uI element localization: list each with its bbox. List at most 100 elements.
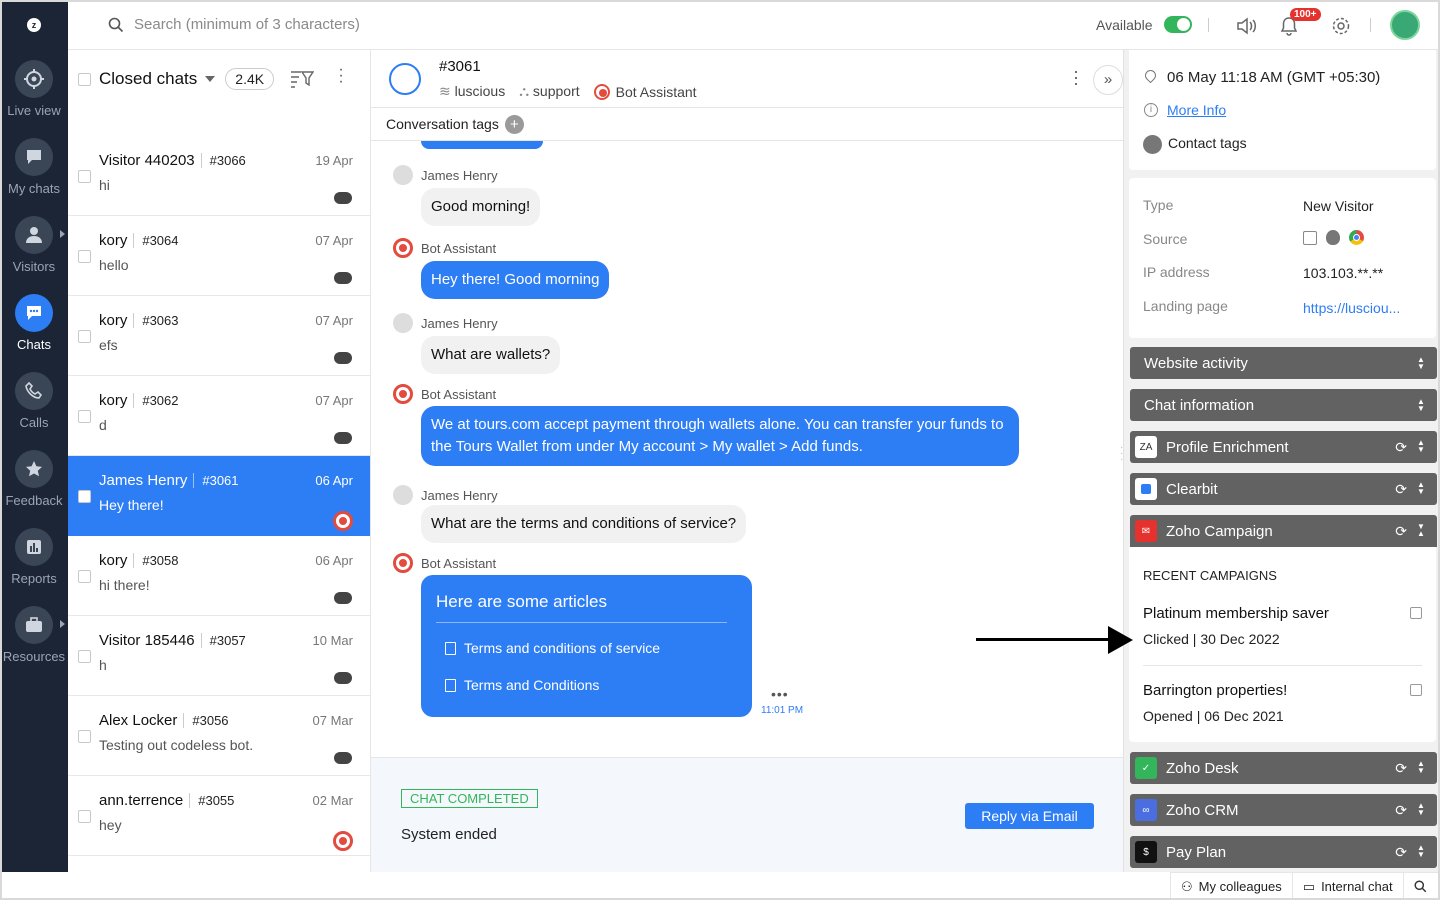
nav-item-feedback[interactable]: Feedback xyxy=(0,450,68,508)
row-checkbox[interactable] xyxy=(78,410,91,423)
landing-page-link[interactable]: https://lusciou... xyxy=(1303,300,1400,316)
user-avatar[interactable] xyxy=(1390,10,1420,40)
section-zoho-campaign[interactable]: ✉ Zoho Campaign ⟳ ▼ ▲ xyxy=(1130,515,1437,547)
section-zoho-crm[interactable]: ∞ Zoho CRM ⟳ ▲ ▼ xyxy=(1130,794,1437,826)
message-time: 11:01 PM xyxy=(761,705,804,716)
divider xyxy=(436,622,727,623)
message-bubble-bot: Hey there! Good morning xyxy=(421,261,610,299)
chat-list-item[interactable]: ann.terrence #3055 02 Mar hey xyxy=(68,776,370,856)
refresh-icon[interactable]: ⟳ xyxy=(1395,481,1407,498)
section-zoho-desk[interactable]: ✓ Zoho Desk ⟳ ▲ ▼ xyxy=(1130,752,1437,784)
nav-item-resources[interactable]: Resources xyxy=(0,606,68,664)
chat-list-item[interactable]: Visitor 185446 #3057 10 Mar h xyxy=(68,616,370,696)
expand-caret-icon[interactable] xyxy=(60,620,65,628)
refresh-icon[interactable]: ⟳ xyxy=(1395,760,1407,777)
visitor-avatar xyxy=(334,192,352,204)
visitor-avatar xyxy=(334,272,352,284)
chat-number: #3058 xyxy=(133,553,179,568)
bot-tag: Bot Assistant xyxy=(593,83,697,100)
chat-number: #3063 xyxy=(133,313,179,328)
left-nav: z Live view My chats Visitors Chats Call… xyxy=(0,0,68,872)
chat-date: 07 Apr xyxy=(315,393,353,408)
bot-icon xyxy=(393,553,413,573)
chat-list-item[interactable]: kory #3058 06 Apr hi there! xyxy=(68,536,370,616)
nav-item-reports[interactable]: Reports xyxy=(0,528,68,586)
kebab-menu-icon[interactable]: · · · xyxy=(1073,62,1079,92)
message-options-icon[interactable]: ••• xyxy=(771,686,789,702)
row-checkbox[interactable] xyxy=(78,570,91,583)
article-link[interactable]: Terms and conditions of service xyxy=(445,640,660,656)
section-clearbit[interactable]: Clearbit ⟳ ▲ ▼ xyxy=(1130,473,1437,505)
visitor-avatar xyxy=(334,592,352,604)
external-link-icon[interactable] xyxy=(1410,684,1422,696)
expand-panel-icon[interactable]: » xyxy=(1093,65,1123,95)
chat-list-item-selected[interactable]: James Henry #3061 06 Apr Hey there! xyxy=(68,456,370,536)
add-tag-button[interactable]: + xyxy=(504,114,524,134)
row-checkbox[interactable] xyxy=(78,490,91,503)
row-checkbox[interactable] xyxy=(78,170,91,183)
chrome-icon xyxy=(1349,230,1364,245)
chat-list-item[interactable]: kory #3064 07 Apr hello xyxy=(68,216,370,296)
availability-toggle[interactable] xyxy=(1164,16,1192,33)
visitor-name: kory #3063 xyxy=(99,312,179,329)
sender-name: James Henry xyxy=(421,487,498,503)
nav-item-calls[interactable]: Calls xyxy=(0,372,68,430)
visitor-name-text: kory xyxy=(99,232,128,249)
gear-icon[interactable] xyxy=(1329,14,1353,38)
sort-filter-icon[interactable] xyxy=(290,70,315,91)
list-filter-dropdown[interactable]: Closed chats xyxy=(99,69,197,89)
bot-label: Bot Assistant xyxy=(615,83,697,100)
refresh-icon[interactable]: ⟳ xyxy=(1395,439,1407,456)
chat-list-item[interactable]: Visitor 440203 #3066 19 Apr hi xyxy=(68,136,370,216)
chevron-down-icon[interactable] xyxy=(205,76,216,82)
nav-item-visitors[interactable]: Visitors xyxy=(0,216,68,274)
nav-label: Chats xyxy=(17,337,51,352)
more-info-link[interactable]: More Info xyxy=(1167,102,1226,118)
refresh-icon[interactable]: ⟳ xyxy=(1395,844,1407,861)
row-checkbox[interactable] xyxy=(78,810,91,823)
clearbit-icon xyxy=(1135,478,1157,500)
refresh-icon[interactable]: ⟳ xyxy=(1395,802,1407,819)
refresh-icon[interactable]: ⟳ xyxy=(1395,523,1407,540)
search-button[interactable] xyxy=(1402,872,1437,900)
speaker-icon[interactable] xyxy=(1235,14,1259,38)
row-checkbox[interactable] xyxy=(78,330,91,343)
kebab-menu-icon[interactable]: · · · xyxy=(338,62,344,90)
detail-value: New Visitor xyxy=(1303,198,1374,214)
nav-item-live-view[interactable]: Live view xyxy=(0,60,68,118)
annotation-arrowhead xyxy=(1108,626,1133,654)
sort-arrows-icon: ▲ ▼ xyxy=(1417,758,1425,775)
internal-chat-button[interactable]: ▭ Internal chat xyxy=(1291,872,1403,900)
row-checkbox[interactable] xyxy=(78,250,91,263)
visitor-name-text: kory xyxy=(99,392,128,409)
chat-list-item[interactable]: kory #3062 07 Apr d xyxy=(68,376,370,456)
article-link[interactable]: Terms and Conditions xyxy=(445,677,599,693)
visitor-avatar xyxy=(334,752,352,764)
chat-date: 06 Apr xyxy=(315,553,353,568)
section-pay-plan[interactable]: $ Pay Plan ⟳ ▲ ▼ xyxy=(1130,836,1437,868)
add-contact-tag-button[interactable] xyxy=(1143,135,1162,154)
external-link-icon[interactable] xyxy=(1410,607,1422,619)
reply-via-email-button[interactable]: Reply via Email xyxy=(965,803,1094,829)
bot-icon xyxy=(593,83,610,100)
my-colleagues-button[interactable]: ⚇ My colleagues xyxy=(1170,872,1292,900)
nav-item-my-chats[interactable]: My chats xyxy=(0,138,68,196)
chat-list-item[interactable]: kory #3063 07 Apr efs xyxy=(68,296,370,376)
row-checkbox[interactable] xyxy=(78,730,91,743)
message-sender: James Henry xyxy=(393,485,498,505)
search-input[interactable]: Search (minimum of 3 characters) xyxy=(108,16,360,33)
section-chat-information[interactable]: Chat information ▲ ▼ xyxy=(1130,389,1437,421)
section-website-activity[interactable]: Website activity ▲ ▼ xyxy=(1130,347,1437,379)
chat-list-item[interactable]: Alex Locker #3056 07 Mar Testing out code… xyxy=(68,696,370,776)
expand-caret-icon[interactable] xyxy=(60,230,65,238)
local-datetime: 06 May 11:18 AM (GMT +05:30) xyxy=(1167,69,1381,86)
section-label: Chat information xyxy=(1144,396,1255,414)
nav-item-chats[interactable]: Chats xyxy=(0,294,68,352)
select-all-checkbox[interactable] xyxy=(78,72,91,86)
row-checkbox[interactable] xyxy=(78,650,91,663)
nav-label: Live view xyxy=(7,103,61,118)
detail-value: 103.103.**.** xyxy=(1303,265,1384,281)
section-profile-enrichment[interactable]: ZA Profile Enrichment ⟳ ▲ ▼ xyxy=(1130,431,1437,463)
conversation-tags-bar: Conversation tags + xyxy=(371,108,1123,141)
visitor-name-text: Alex Locker xyxy=(99,712,178,729)
